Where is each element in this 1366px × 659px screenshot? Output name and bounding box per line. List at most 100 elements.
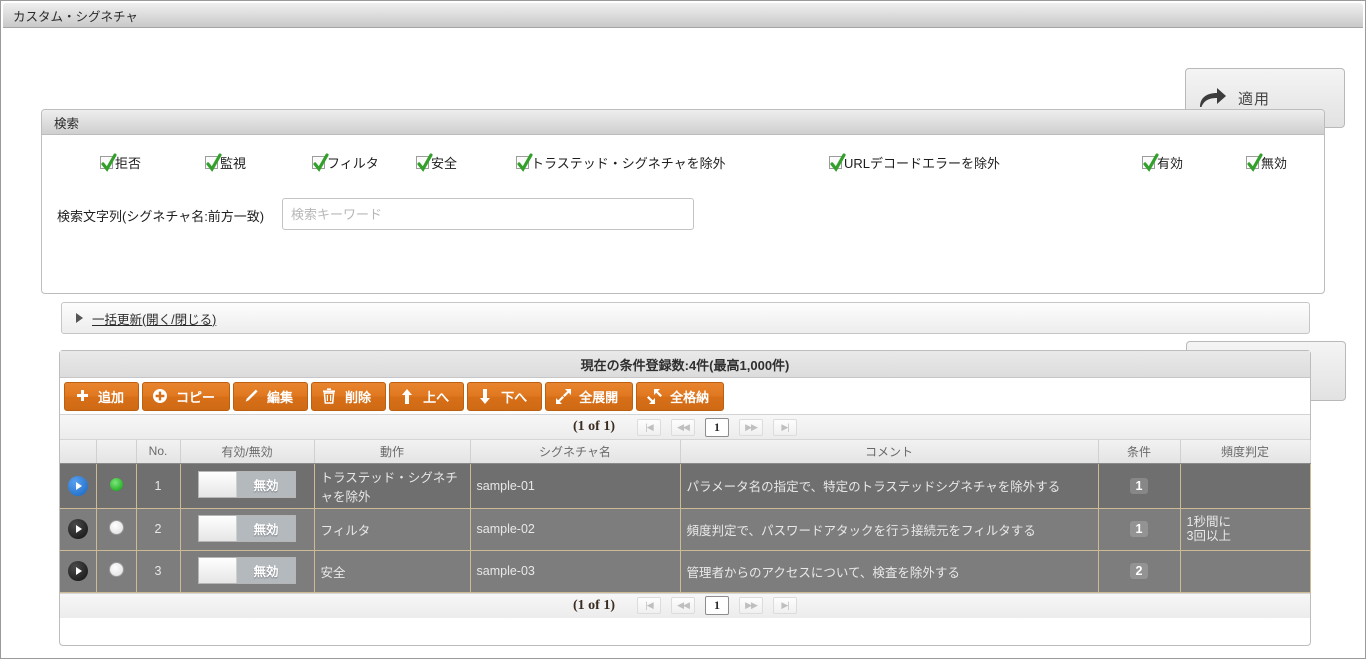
- expand-arrow-icon[interactable]: [67, 519, 88, 539]
- row-enabled-cell[interactable]: 無効: [180, 463, 315, 509]
- registration-count: 現在の条件登録数:4件(最高1,000件): [60, 351, 1310, 378]
- row-expand-cell[interactable]: [60, 508, 97, 551]
- checkbox-filter-label: フィルタ: [327, 156, 379, 171]
- checkbox-exclude-url-decode-error[interactable]: URLデコードエラーを除外: [829, 153, 1000, 172]
- edit-button-label: 編集: [267, 389, 294, 405]
- checkbox-disabled-label: 無効: [1261, 156, 1288, 171]
- arrow-down-icon: [475, 388, 495, 405]
- checkbox-exclude-trusted-signature[interactable]: トラステッド・シグネチャを除外: [516, 153, 726, 172]
- checkmark-icon: [829, 153, 846, 172]
- row-radio[interactable]: [108, 520, 124, 535]
- edit-button[interactable]: 編集: [233, 381, 309, 411]
- expand-arrow-icon-active[interactable]: [67, 475, 88, 496]
- custom-signature-window: カスタム・シグネチャ 適用 検索 拒否 監視 フィルタ 安全 トラステッド・シグ…: [0, 0, 1366, 659]
- pagination-last-button[interactable]: ▶|: [773, 597, 797, 614]
- expand-all-button[interactable]: 全展開: [545, 381, 634, 411]
- table-header-row: No. 有効/無効 動作 シグネチャ名 コメント 条件 頻度判定: [60, 440, 1311, 464]
- search-string-row: 検索文字列(シグネチャ名:前方一致): [42, 193, 1324, 239]
- checkmark-icon: [1246, 153, 1263, 172]
- table-row[interactable]: 1 無効 トラステッド・シグネチャを除外 sample-01 パラメータ名の指定…: [60, 463, 1311, 509]
- row-no: 1: [136, 463, 181, 509]
- row-signature: sample-02: [470, 508, 681, 551]
- expand-diagonal-icon: [553, 388, 573, 405]
- expand-all-button-label: 全展開: [579, 389, 619, 405]
- bulk-update-toggle[interactable]: 一括更新(開く/閉じる): [61, 302, 1310, 334]
- row-select-cell[interactable]: [96, 550, 137, 593]
- delete-button[interactable]: 削除: [311, 381, 387, 411]
- checkbox-safe[interactable]: 安全: [416, 153, 457, 172]
- row-expand-cell[interactable]: [60, 463, 97, 509]
- row-radio[interactable]: [108, 562, 124, 577]
- move-down-button-label: 下へ: [501, 389, 528, 405]
- apply-toolbar: 適用: [1, 28, 1365, 128]
- pagination-info: (1 of 1): [573, 419, 615, 434]
- copy-button[interactable]: コピー: [142, 381, 231, 411]
- row-action: 安全: [314, 550, 471, 593]
- move-up-button-label: 上へ: [423, 389, 450, 405]
- collapse-diagonal-icon: [644, 388, 664, 405]
- expand-arrow-icon[interactable]: [67, 561, 88, 581]
- pagination-first-button[interactable]: |◀: [637, 418, 661, 436]
- row-frequency: 1秒間に 3回以上: [1180, 508, 1311, 551]
- column-header-no: No.: [136, 440, 181, 464]
- search-input[interactable]: [282, 198, 694, 230]
- checkmark-icon: [1142, 153, 1159, 172]
- toggle-label: 無効: [253, 564, 279, 579]
- collapse-all-button[interactable]: 全格納: [636, 381, 725, 411]
- column-header-signature: シグネチャ名: [470, 440, 681, 464]
- checkbox-enabled[interactable]: 有効: [1142, 153, 1183, 172]
- pagination-info: (1 of 1): [573, 597, 615, 613]
- add-button-label: 追加: [98, 389, 125, 405]
- pagination-prev-button[interactable]: ◀◀: [671, 597, 695, 614]
- checkbox-deny[interactable]: 拒否: [100, 153, 141, 172]
- table-row[interactable]: 3 無効 安全 sample-03 管理者からのアクセスについて、検査を除外する…: [60, 550, 1311, 593]
- row-select-cell[interactable]: [96, 508, 137, 551]
- move-down-button[interactable]: 下へ: [467, 381, 543, 411]
- pagination-first-button[interactable]: |◀: [637, 597, 661, 614]
- checkbox-deny-label: 拒否: [115, 156, 142, 171]
- row-condition-cell: 1: [1098, 508, 1181, 551]
- row-comment: 管理者からのアクセスについて、検査を除外する: [680, 550, 1099, 593]
- enabled-toggle[interactable]: 無効: [198, 556, 296, 584]
- row-signature: sample-03: [470, 550, 681, 593]
- pagination-next-button[interactable]: ▶▶: [739, 418, 763, 436]
- row-radio-selected[interactable]: [108, 476, 124, 492]
- row-enabled-cell[interactable]: 無効: [180, 508, 315, 551]
- copy-button-label: コピー: [176, 389, 216, 405]
- search-filter-checkbox-row: 拒否 監視 フィルタ 安全 トラステッド・シグネチャを除外 URLデコードエラー…: [42, 153, 1324, 193]
- checkbox-filter[interactable]: フィルタ: [312, 153, 379, 172]
- toggle-knob: [199, 515, 237, 541]
- row-comment: パラメータ名の指定で、特定のトラステッドシグネチャを除外する: [680, 463, 1099, 509]
- row-select-cell[interactable]: [96, 463, 137, 509]
- checkbox-exclude-trusted-signature-label: トラステッド・シグネチャを除外: [531, 156, 726, 171]
- checkbox-monitor[interactable]: 監視: [205, 153, 246, 172]
- column-header-frequency: 頻度判定: [1180, 440, 1311, 464]
- column-header-expand: [60, 440, 97, 464]
- pagination-bottom: (1 of 1) |◀ ◀◀ 1 ▶▶ ▶|: [60, 592, 1310, 618]
- pagination-prev-button[interactable]: ◀◀: [671, 418, 695, 436]
- row-action: トラステッド・シグネチャを除外: [314, 463, 471, 509]
- row-action: フィルタ: [314, 508, 471, 551]
- window-titlebar: カスタム・シグネチャ: [3, 3, 1363, 28]
- pagination-current-page[interactable]: 1: [705, 596, 729, 615]
- row-enabled-cell[interactable]: 無効: [180, 550, 315, 593]
- row-signature: sample-01: [470, 463, 681, 509]
- pagination-last-button[interactable]: ▶|: [773, 418, 797, 436]
- apply-button-label: 適用: [1238, 90, 1271, 108]
- checkmark-icon: [205, 153, 222, 172]
- table-row[interactable]: 2 無効 フィルタ sample-02 頻度判定で、パスワードアタックを行う接続…: [60, 508, 1311, 551]
- row-comment: 頻度判定で、パスワードアタックを行う接続元をフィルタする: [680, 508, 1099, 551]
- pagination-current-page[interactable]: 1: [705, 417, 729, 437]
- move-up-button[interactable]: 上へ: [389, 381, 465, 411]
- row-expand-cell[interactable]: [60, 550, 97, 593]
- collapse-all-button-label: 全格納: [670, 389, 710, 405]
- enabled-toggle[interactable]: 無効: [198, 514, 296, 542]
- page-title: カスタム・シグネチャ: [13, 9, 138, 24]
- enabled-toggle[interactable]: 無効: [198, 471, 296, 498]
- pagination-top: (1 of 1) |◀ ◀◀ 1 ▶▶ ▶|: [60, 415, 1310, 440]
- column-header-action: 動作: [314, 440, 471, 464]
- pagination-next-button[interactable]: ▶▶: [739, 597, 763, 614]
- add-button[interactable]: 追加: [64, 381, 140, 411]
- signature-table: No. 有効/無効 動作 シグネチャ名 コメント 条件 頻度判定 1 無効 トラ…: [60, 440, 1311, 593]
- checkbox-disabled[interactable]: 無効: [1246, 153, 1287, 172]
